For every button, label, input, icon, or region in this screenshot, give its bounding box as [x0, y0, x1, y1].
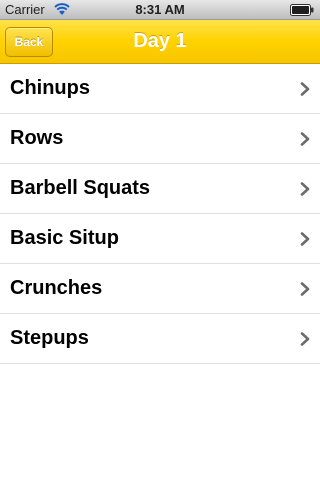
status-bar: Carrier 8:31 AM: [0, 0, 320, 20]
list-item-label: Barbell Squats: [10, 177, 151, 199]
chevron-right-icon: [300, 182, 310, 196]
chevron-right-icon: [300, 232, 310, 246]
chevron-right-icon: [300, 282, 310, 296]
battery-icon: [290, 4, 314, 16]
chevron-right-icon: [300, 332, 310, 346]
list-item-label: Crunches: [10, 277, 103, 299]
list-item[interactable]: Chinups: [0, 64, 320, 114]
list-item-label: Rows: [10, 127, 64, 149]
list-item[interactable]: Stepups: [0, 314, 320, 364]
list-item[interactable]: Rows: [0, 114, 320, 164]
list-item-label: Chinups: [10, 77, 90, 99]
nav-bar: Back Day 1: [0, 20, 320, 64]
list-item[interactable]: Basic Situp: [0, 214, 320, 264]
list-item-label: Stepups: [10, 327, 89, 349]
list-item[interactable]: Barbell Squats: [0, 164, 320, 214]
back-button[interactable]: Back: [5, 27, 53, 57]
screen: Carrier 8:31 AM Back Day 1 Chinups Rows …: [0, 0, 320, 480]
page-title: Day 1: [133, 30, 187, 52]
status-time: 8:31 AM: [135, 2, 185, 17]
chevron-right-icon: [300, 132, 310, 146]
exercise-list: Chinups Rows Barbell Squats Basic Situp …: [0, 64, 320, 364]
list-item[interactable]: Crunches: [0, 264, 320, 314]
list-item-label: Basic Situp: [10, 227, 119, 249]
chevron-right-icon: [300, 82, 310, 96]
